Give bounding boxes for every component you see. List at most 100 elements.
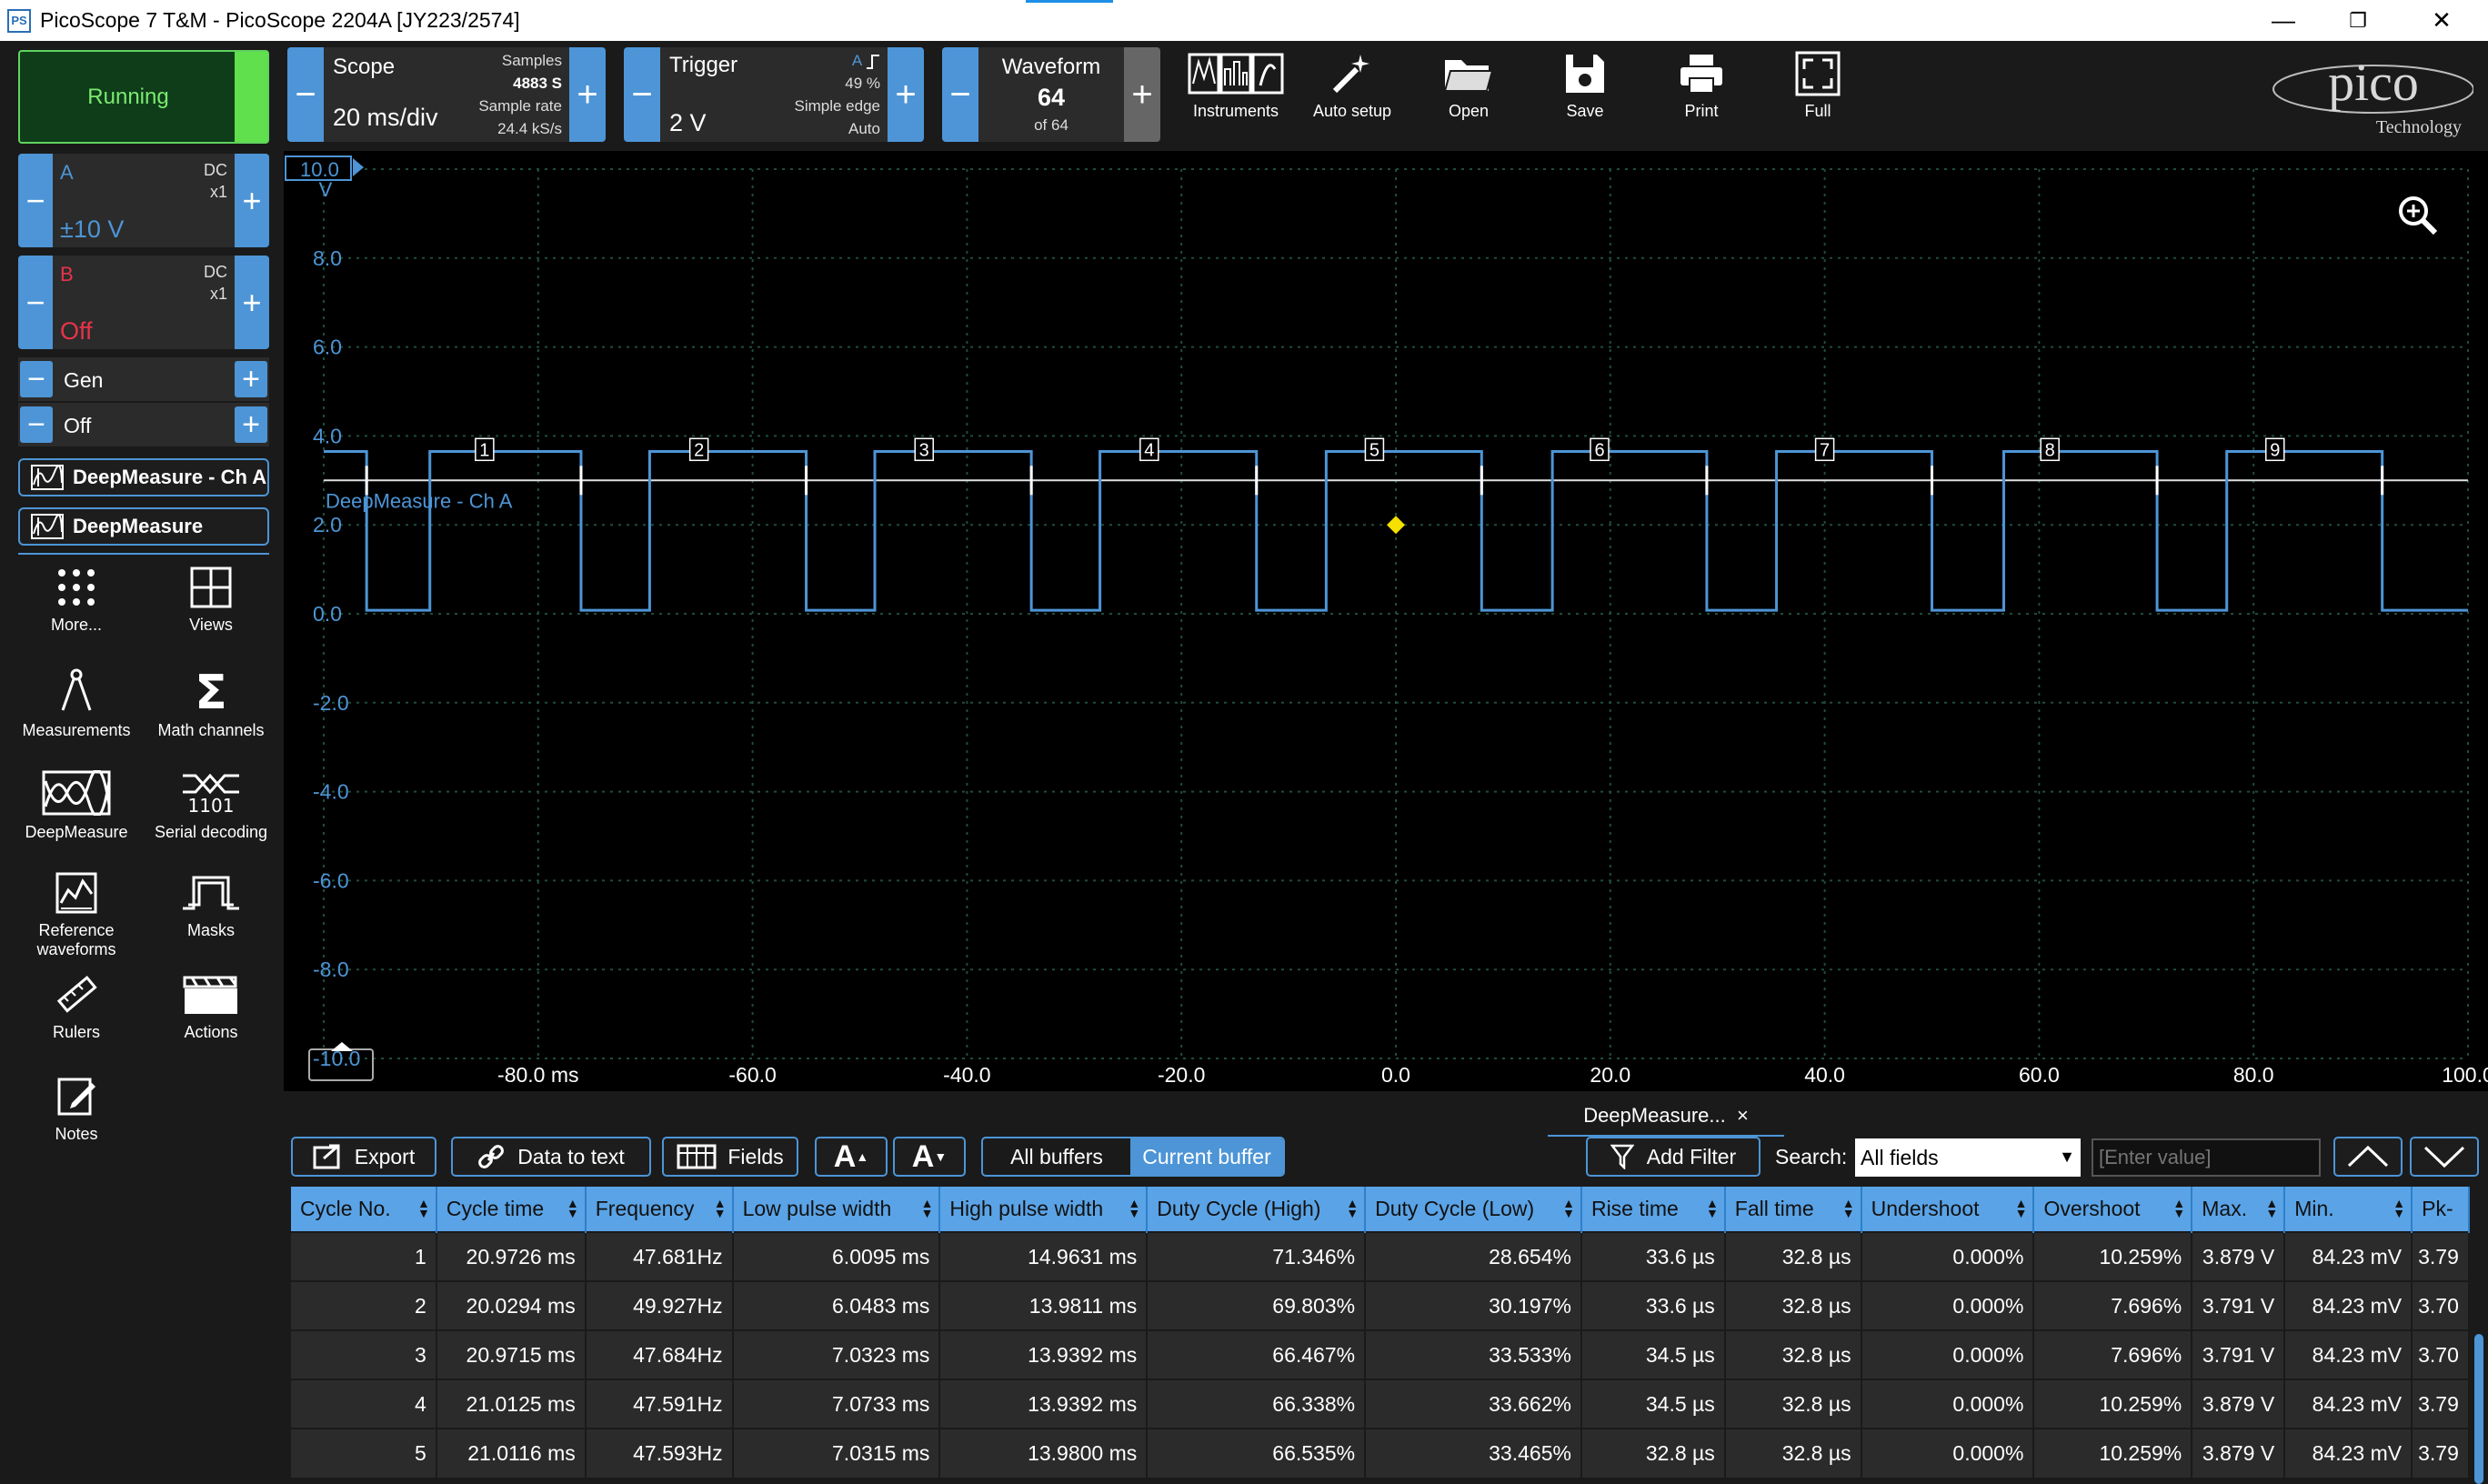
add-filter-button[interactable]: Add Filter (1586, 1137, 1761, 1177)
column-header[interactable]: Duty Cycle (High) ▲ ▼ (1147, 1187, 1367, 1232)
y-tick-label: 6.0 (313, 336, 342, 359)
channel-a-range[interactable]: ±10 V (60, 216, 124, 244)
column-header[interactable]: Min. ▲ ▼ (2284, 1187, 2413, 1232)
table-cell: 84.23 mV (2284, 1231, 2413, 1281)
auto-setup-button[interactable]: Auto setup (1298, 47, 1407, 142)
table-cell: 20.0294 ms (436, 1280, 587, 1330)
table-row[interactable]: 3 20.9715 ms 47.684Hz 7.0323 ms 13.9392 ms 66… (291, 1329, 2470, 1379)
data-to-text-button[interactable]: Data to text (451, 1137, 651, 1177)
table-row[interactable]: 1 20.9726 ms 47.681Hz 6.0095 ms 14.9631 ms 71… (291, 1231, 2470, 1281)
tool-measurements[interactable]: Measurements (13, 668, 140, 740)
search-next-button[interactable] (2410, 1137, 2479, 1177)
tool-rulers[interactable]: Rulers (13, 974, 140, 1042)
current-buffer-option[interactable]: Current buffer (1130, 1138, 1283, 1175)
waveform-current[interactable]: 64 (978, 84, 1124, 112)
tab-deepmeasure[interactable]: DeepMeasure... × (1548, 1097, 1784, 1137)
y-range-arrow-icon[interactable] (353, 158, 364, 176)
search-previous-button[interactable] (2333, 1137, 2403, 1177)
table-row[interactable]: 4 21.0125 ms 47.591Hz 7.0733 ms 13.9392 ms 66… (291, 1379, 2470, 1429)
print-button[interactable]: Print (1647, 47, 1756, 142)
minimize-button[interactable]: — (2242, 0, 2324, 41)
tool-more[interactable]: More... (13, 567, 140, 635)
open-button[interactable]: Open (1414, 47, 1523, 142)
table-cell: 47.593Hz (585, 1428, 734, 1478)
column-header[interactable]: High pulse width ▲ ▼ (939, 1187, 1149, 1232)
save-button[interactable]: Save (1530, 47, 1640, 142)
table-scrollbar[interactable] (2470, 1187, 2488, 1484)
waveform-previous-button[interactable]: − (942, 47, 978, 142)
deepmeasure-button[interactable]: DeepMeasure (18, 507, 269, 546)
column-header[interactable]: Duty Cycle (Low) ▲ ▼ (1365, 1187, 1582, 1232)
tool-deepmeasure[interactable]: DeepMeasure (13, 770, 140, 842)
all-buffers-option[interactable]: All buffers (983, 1138, 1130, 1175)
column-header[interactable]: Undershoot ▲ ▼ (1861, 1187, 2035, 1232)
channel-b-range[interactable]: Off (60, 317, 93, 346)
app-icon: PS (7, 8, 31, 33)
column-header[interactable]: Frequency ▲ ▼ (585, 1187, 734, 1232)
table-scrollbar-thumb[interactable] (2474, 1334, 2483, 1484)
channel-b-minus-button[interactable]: − (18, 256, 53, 349)
search-field-select[interactable]: All fields ▼ (1855, 1138, 2081, 1177)
channel-b-coupling[interactable]: DC x1 (204, 261, 227, 305)
tool-deepmeasure-label: DeepMeasure (25, 823, 128, 841)
table-cell: 33.6 µs (1580, 1280, 1726, 1330)
y-tick-label: -8.0 (313, 958, 349, 981)
waveform-next-button[interactable]: + (1124, 47, 1160, 142)
table-cell: 0.000% (1861, 1428, 2035, 1478)
column-header[interactable]: Pk- (2412, 1187, 2470, 1232)
tool-masks[interactable]: Masks (147, 872, 275, 940)
channel-b-plus-button[interactable]: + (235, 256, 269, 349)
generator-plus-button[interactable]: + (235, 361, 267, 397)
export-button[interactable]: Export (291, 1137, 436, 1177)
zoom-in-icon-handle[interactable] (2420, 217, 2438, 236)
generator-minus-button[interactable]: − (20, 361, 53, 397)
column-header[interactable]: Cycle No. ▲ ▼ (291, 1187, 437, 1232)
table-cell: 20.9726 ms (436, 1231, 587, 1281)
column-header[interactable]: Fall time ▲ ▼ (1724, 1187, 1862, 1232)
run-stop-button[interactable]: Running (18, 50, 269, 144)
close-button[interactable]: ✕ (2401, 0, 2483, 41)
timebase-value[interactable]: 20 ms/div (333, 104, 438, 132)
tool-reference-waveforms[interactable]: Reference waveforms (13, 872, 140, 959)
trigger-level[interactable]: 2 V (669, 109, 707, 137)
full-screen-button[interactable]: Full (1763, 47, 1872, 142)
column-header[interactable]: Overshoot ▲ ▼ (2033, 1187, 2193, 1232)
font-increase-button[interactable]: A ▲ (815, 1137, 888, 1177)
oscilloscope-graph[interactable]: 8.06.04.02.00.0-2.0-4.0-6.0-8.0-10.010.0… (284, 151, 2488, 1091)
fields-button[interactable]: Fields (662, 1137, 798, 1177)
trigger-label: Trigger (669, 53, 738, 77)
trigger-minus-button[interactable]: − (624, 47, 660, 142)
tool-views[interactable]: Views (147, 567, 275, 635)
font-decrease-button[interactable]: A ▼ (893, 1137, 966, 1177)
timebase-minus-button[interactable]: − (287, 47, 324, 142)
table-row[interactable]: 5 21.0116 ms 47.593Hz 7.0315 ms 13.9800 ms 66… (291, 1428, 2470, 1478)
close-tab-icon[interactable]: × (1737, 1104, 1749, 1128)
column-header[interactable]: Max. ▲ ▼ (2192, 1187, 2286, 1232)
table-cell: 30.197% (1365, 1280, 1582, 1330)
table-row[interactable]: 2 20.0294 ms 49.927Hz 6.0483 ms 13.9811 ms 69… (291, 1280, 2470, 1330)
tool-serial-decoding[interactable]: 1101 Serial decoding (147, 770, 275, 842)
maximize-button[interactable]: ❐ (2317, 0, 2399, 41)
column-header[interactable]: Cycle time ▲ ▼ (436, 1187, 587, 1232)
trigger-point-marker[interactable] (1387, 516, 1405, 535)
column-header[interactable]: Low pulse width ▲ ▼ (732, 1187, 941, 1232)
scope-label: Scope (333, 55, 396, 79)
search-value-input[interactable] (2092, 1138, 2321, 1177)
channel-a-plus-button[interactable]: + (235, 154, 269, 247)
tool-actions[interactable]: Actions (147, 974, 275, 1042)
instruments-button[interactable]: Instruments (1181, 47, 1290, 142)
column-header[interactable]: Rise time ▲ ▼ (1580, 1187, 1726, 1232)
tool-notes[interactable]: Notes (13, 1076, 140, 1144)
table-cell: 33.662% (1365, 1379, 1582, 1429)
generator-state-minus-button[interactable]: − (20, 406, 53, 443)
table-cell: 10.259% (2033, 1379, 2193, 1429)
channel-a-coupling[interactable]: DC x1 (204, 159, 227, 203)
deepmeasure-cha-button[interactable]: DeepMeasure - Ch A (18, 458, 269, 496)
svg-text:Σ: Σ (195, 668, 227, 714)
table-cell: 13.9392 ms (939, 1379, 1149, 1429)
tool-math-channels[interactable]: Σ Math channels (147, 668, 275, 740)
trigger-plus-button[interactable]: + (888, 47, 924, 142)
generator-state-plus-button[interactable]: + (235, 406, 267, 443)
timebase-plus-button[interactable]: + (569, 47, 606, 142)
channel-a-minus-button[interactable]: − (18, 154, 53, 247)
